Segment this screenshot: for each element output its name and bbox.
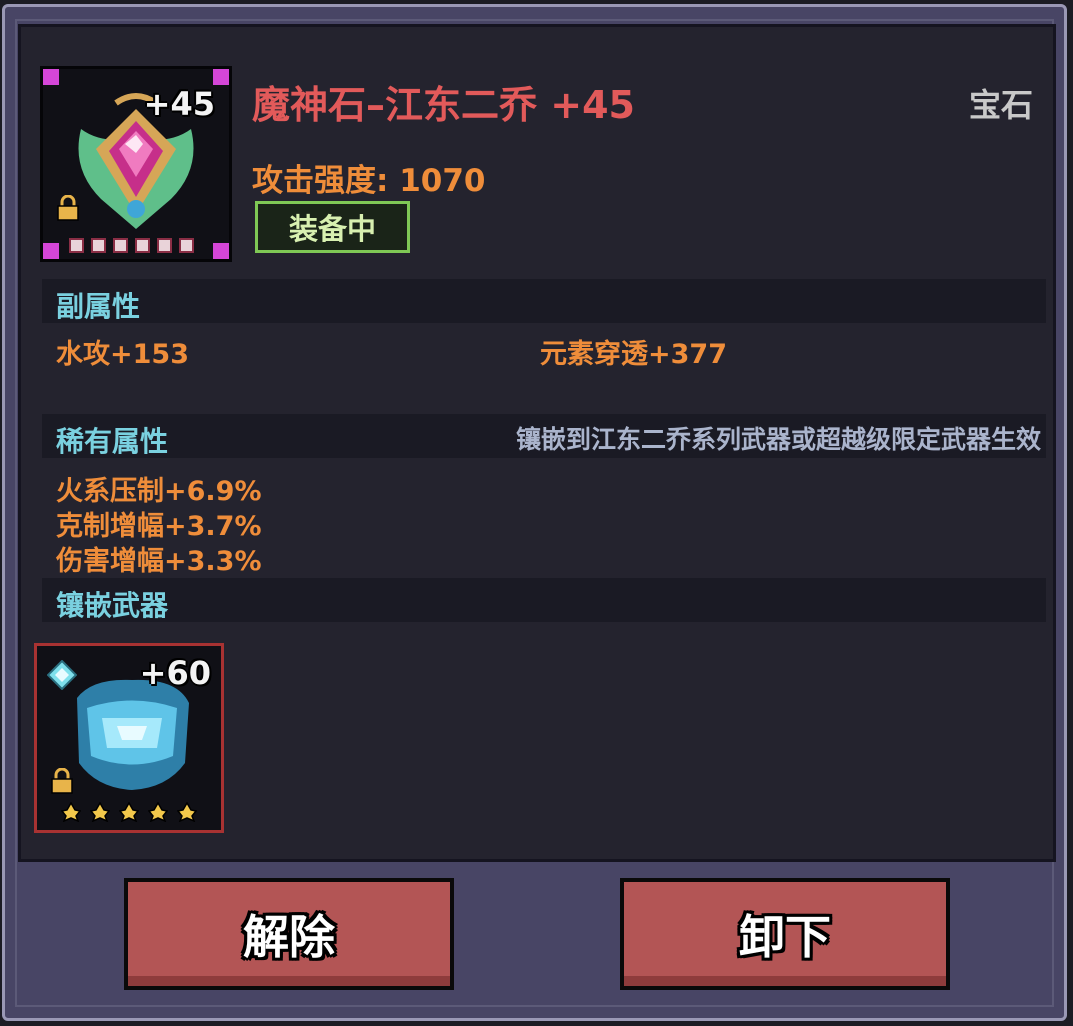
sub-attributes-label: 副属性 <box>56 290 141 323</box>
inlay-weapon-header <box>42 578 1046 622</box>
gem-icon-frame[interactable]: +45 <box>40 66 232 262</box>
rank-dot <box>113 238 128 253</box>
rare-stat: 克制增幅+3.7% <box>56 511 262 542</box>
sub-stat: 水攻+153 <box>56 339 189 370</box>
equipped-badge: 装备中 <box>255 201 410 253</box>
star-icon <box>90 802 110 822</box>
rare-stat: 火系压制+6.9% <box>56 476 262 507</box>
sub-attributes-header <box>42 279 1046 323</box>
rare-stat: 伤害增幅+3.3% <box>56 546 262 577</box>
rare-attributes-label: 稀有属性 <box>56 425 169 458</box>
frame-corner <box>43 243 59 259</box>
frame-corner <box>213 69 229 85</box>
gem-star-row <box>69 238 194 253</box>
star-icon <box>177 802 197 822</box>
rank-dot <box>69 238 84 253</box>
star-icon <box>119 802 139 822</box>
rank-dot <box>179 238 194 253</box>
weapon-star-row <box>61 802 197 822</box>
frame-corner <box>213 243 229 259</box>
lock-icon <box>51 768 73 794</box>
item-type: 宝石 <box>968 86 1033 124</box>
rare-attributes-note: 镶嵌到江东二乔系列武器或超越级限定武器生效 <box>515 425 1041 454</box>
rank-dot <box>91 238 106 253</box>
unequip-button[interactable]: 卸下 <box>620 878 950 990</box>
attack-stat: 攻击强度: 1070 <box>252 163 486 199</box>
sub-stat: 元素穿透+377 <box>540 339 727 370</box>
star-icon <box>148 802 168 822</box>
gem-level-badge: +45 <box>143 85 215 123</box>
item-title: 魔神石–江东二乔 +45 <box>252 83 635 127</box>
rank-dot <box>135 238 150 253</box>
inlay-weapon-label: 镶嵌武器 <box>56 589 169 622</box>
frame-corner <box>43 69 59 85</box>
inlay-weapon-slot[interactable]: +60 <box>34 643 224 833</box>
diamond-icon <box>47 660 77 690</box>
lock-icon <box>57 195 79 221</box>
remove-button[interactable]: 解除 <box>124 878 454 990</box>
weapon-level-badge: +60 <box>139 654 211 692</box>
star-icon <box>61 802 81 822</box>
rank-dot <box>157 238 172 253</box>
